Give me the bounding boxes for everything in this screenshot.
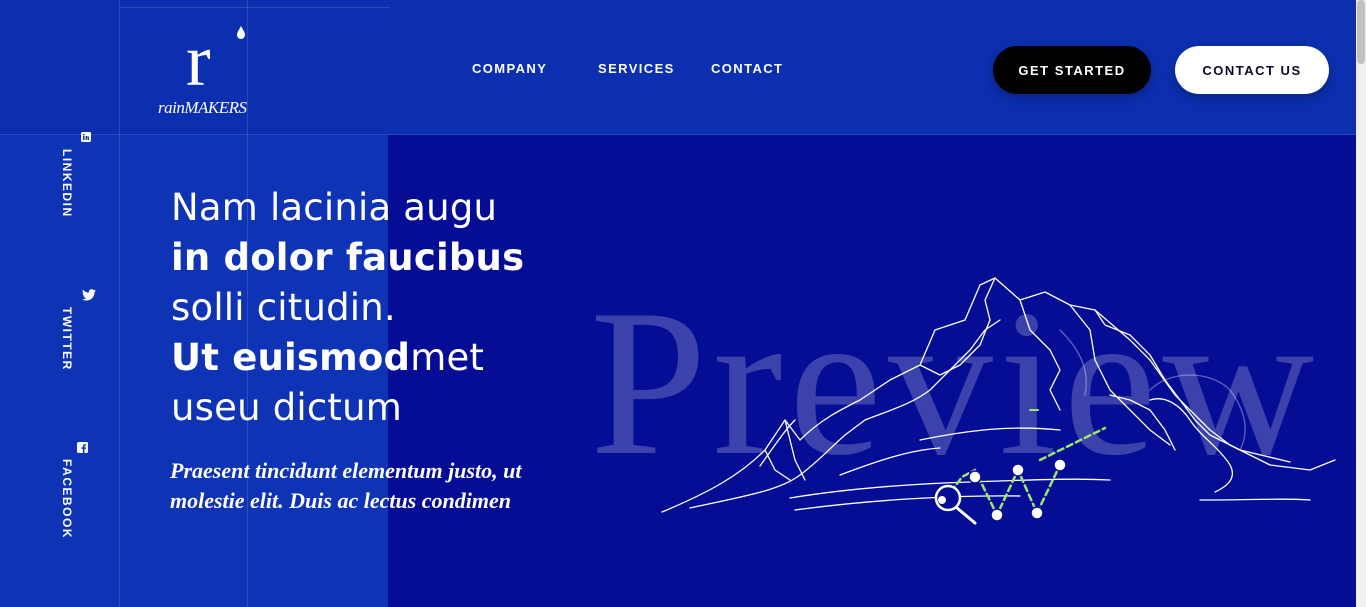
get-started-button[interactable]: GET STARTED	[993, 46, 1151, 94]
grid-line	[119, 0, 120, 607]
page-scrollbar[interactable]	[1356, 0, 1366, 607]
social-label-twitter: TWITTER	[60, 307, 74, 371]
logo-letter: r	[186, 20, 211, 102]
nav-services[interactable]: SERVICES	[598, 61, 675, 76]
twitter-icon	[82, 289, 96, 301]
headline-line-2: in dolor faucibus	[171, 236, 525, 279]
headline-fragment: met	[410, 336, 485, 379]
brand-logo[interactable]: r rainMAKERS	[158, 20, 262, 120]
social-twitter[interactable]: TWITTER	[58, 289, 98, 371]
social-label-facebook: FACEBOOK	[60, 459, 74, 540]
nav-company[interactable]: COMPANY	[472, 61, 547, 76]
linkedin-icon	[80, 131, 92, 143]
raindrop-icon	[237, 26, 245, 39]
mountain-chart-search-illustration	[661, 277, 1336, 525]
social-linkedin[interactable]: LINKEDIN	[58, 131, 98, 218]
headline-line-5: useu dictum	[171, 386, 403, 429]
nav-contact[interactable]: CONTACT	[711, 61, 783, 76]
social-label-linkedin: LINKEDIN	[60, 149, 74, 218]
scrollbar-thumb[interactable]	[1357, 0, 1365, 64]
headline-line-3: solli citudin.	[171, 286, 396, 329]
contact-us-button[interactable]: CONTACT US	[1175, 46, 1329, 94]
headline-bold-fragment: Ut euismod	[171, 336, 411, 379]
headline-line-1: Nam lacinia augu	[171, 186, 498, 229]
facebook-icon	[76, 441, 88, 453]
social-facebook[interactable]: FACEBOOK	[58, 441, 98, 539]
hero-headline: Nam lacinia augu in dolor faucibus solli…	[171, 183, 571, 433]
logo-wordmark: rainMAKERS	[158, 98, 247, 117]
grid-line	[120, 7, 390, 8]
headline-line-4: Ut euismodmet	[171, 333, 571, 383]
hero-subtext: Praesent tincidunt elementum justo, ut m…	[170, 458, 522, 513]
